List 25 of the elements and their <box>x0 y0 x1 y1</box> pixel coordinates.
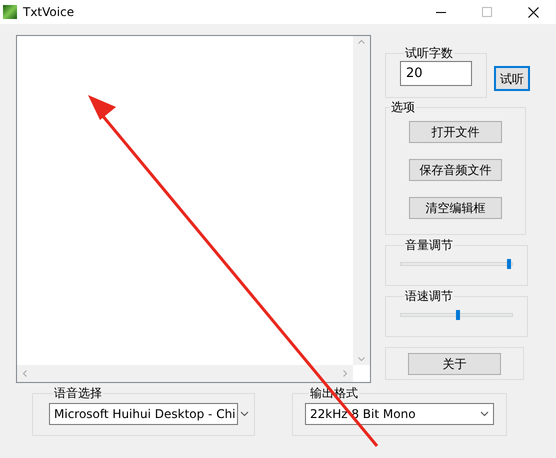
group-title: 语音选择 <box>53 386 103 400</box>
slider-thumb[interactable] <box>506 259 511 269</box>
scroll-up-icon[interactable] <box>358 40 365 44</box>
close-icon[interactable] <box>528 6 539 18</box>
preview-button[interactable]: 试听 <box>494 66 530 91</box>
chevron-down-icon <box>240 411 249 417</box>
window-title: TxtVoice <box>23 4 74 21</box>
slider-thumb[interactable] <box>456 310 460 320</box>
scroll-right-icon[interactable] <box>343 370 347 377</box>
chevron-down-icon <box>480 411 489 417</box>
scroll-down-icon[interactable] <box>358 357 365 361</box>
scroll-left-icon[interactable] <box>23 370 27 377</box>
vertical-scrollbar[interactable] <box>353 36 370 365</box>
group-title: 语速调节 <box>404 289 454 303</box>
about-button[interactable]: 关于 <box>408 352 501 374</box>
option-button[interactable]: 清空编辑框 <box>409 197 502 219</box>
group-title: 音量调节 <box>404 238 454 252</box>
option-button[interactable]: 打开文件 <box>409 121 502 143</box>
maximize-icon[interactable] <box>482 6 493 18</box>
app-icon <box>3 5 17 19</box>
group-title: 试听字数 <box>404 46 454 60</box>
group-title: 选项 <box>390 100 416 114</box>
option-button[interactable]: 保存音频文件 <box>409 159 502 181</box>
horizontal-scrollbar[interactable] <box>17 365 353 382</box>
char-count-field[interactable]: 20 <box>400 61 472 86</box>
